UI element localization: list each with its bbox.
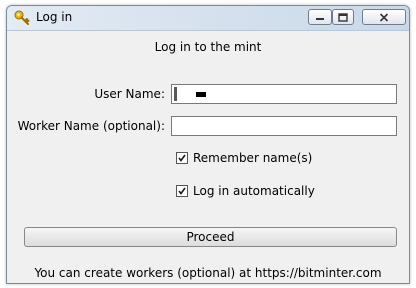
user-name-label: User Name: (94, 87, 165, 101)
auto-login-option[interactable]: Log in automatically (176, 184, 315, 198)
checkmark-icon (178, 154, 186, 162)
maximize-button[interactable] (332, 9, 354, 25)
footer-note: You can create workers (optional) at htt… (34, 266, 382, 280)
key-icon (14, 10, 32, 26)
auto-login-label: Log in automatically (193, 184, 315, 198)
auto-login-checkbox[interactable] (176, 185, 188, 197)
minimize-icon (316, 18, 324, 20)
login-window: Log in Log in to the mint User Name: Wor… (6, 5, 410, 284)
maximize-icon (338, 12, 348, 22)
checkmark-icon (178, 187, 186, 195)
close-button[interactable] (362, 9, 406, 25)
remember-name-checkbox[interactable] (176, 152, 188, 164)
text-caret (174, 87, 177, 101)
dialog-heading: Log in to the mint (154, 40, 262, 54)
proceed-button[interactable]: Proceed (24, 227, 397, 247)
title-bar[interactable]: Log in (7, 6, 409, 31)
remember-name-label: Remember name(s) (193, 151, 313, 165)
worker-name-input[interactable] (171, 116, 397, 136)
user-name-value (196, 92, 206, 97)
close-icon (379, 12, 389, 22)
dialog-body: Log in to the mint User Name: Worker Nam… (11, 33, 405, 280)
remember-name-option[interactable]: Remember name(s) (176, 151, 312, 165)
minimize-button[interactable] (308, 9, 332, 25)
worker-name-label: Worker Name (optional): (17, 119, 165, 133)
window-title: Log in (36, 10, 73, 24)
user-name-input[interactable] (171, 84, 397, 104)
